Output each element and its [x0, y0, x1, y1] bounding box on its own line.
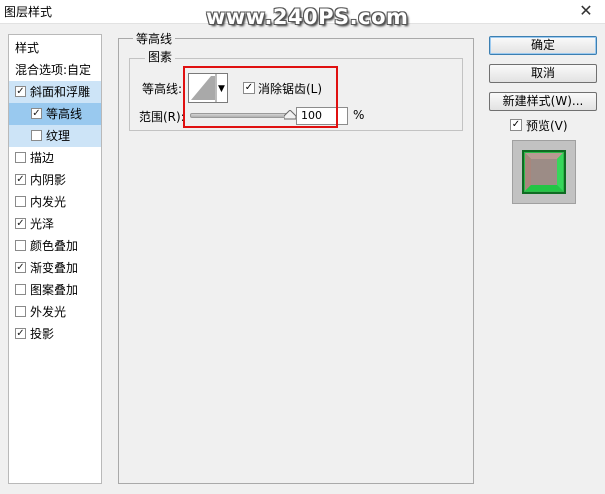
range-unit: %: [353, 108, 365, 122]
range-label: 范围(R):: [139, 110, 185, 124]
sidebar-item-inner-glow[interactable]: 内发光: [9, 191, 101, 213]
close-icon[interactable]: ✕: [577, 2, 595, 20]
watermark: www.240PS.com: [206, 5, 409, 29]
style-list: 样式 混合选项:自定 ✓ 斜面和浮雕 ✓ 等高线 纹理 描边 ✓ 内阴影 内发光…: [8, 34, 102, 484]
sidebar-item-pattern-overlay[interactable]: 图案叠加: [9, 279, 101, 301]
sidebar-item-satin[interactable]: ✓ 光泽: [9, 213, 101, 235]
sidebar-item-outer-glow[interactable]: 外发光: [9, 301, 101, 323]
annotation-highlight: [183, 66, 338, 128]
contour-label: 等高线:: [142, 82, 183, 96]
window-title: 图层样式: [4, 5, 53, 19]
sidebar-item-bevel-emboss[interactable]: ✓ 斜面和浮雕: [9, 81, 101, 103]
contour-checkbox[interactable]: ✓: [31, 108, 42, 119]
color-overlay-checkbox[interactable]: [15, 240, 26, 251]
outer-glow-checkbox[interactable]: [15, 306, 26, 317]
sidebar-item-gradient-overlay[interactable]: ✓ 渐变叠加: [9, 257, 101, 279]
texture-checkbox[interactable]: [31, 130, 42, 141]
contour-group-title: 等高线: [133, 30, 176, 47]
gradient-overlay-checkbox[interactable]: ✓: [15, 262, 26, 273]
style-preview-thumbnail: [512, 140, 576, 204]
sidebar-item-contour[interactable]: ✓ 等高线: [9, 103, 101, 125]
cancel-button[interactable]: 取消: [489, 64, 597, 83]
preview-swatch-icon: [513, 141, 575, 203]
drop-shadow-checkbox[interactable]: ✓: [15, 328, 26, 339]
sidebar-item-blending-options[interactable]: 混合选项:自定: [9, 59, 101, 81]
elements-group-title: 图素: [145, 48, 176, 65]
sidebar-item-color-overlay[interactable]: 颜色叠加: [9, 235, 101, 257]
style-list-header[interactable]: 样式: [9, 37, 101, 59]
ok-button[interactable]: 确定: [489, 36, 597, 55]
new-style-button[interactable]: 新建样式(W)...: [489, 92, 597, 111]
sidebar-item-inner-shadow[interactable]: ✓ 内阴影: [9, 169, 101, 191]
satin-checkbox[interactable]: ✓: [15, 218, 26, 229]
title-bar: 图层样式 www.240PS.com ✕: [0, 0, 605, 29]
stroke-checkbox[interactable]: [15, 152, 26, 163]
sidebar-item-stroke[interactable]: 描边: [9, 147, 101, 169]
bevel-emboss-checkbox[interactable]: ✓: [15, 86, 26, 97]
pattern-overlay-checkbox[interactable]: [15, 284, 26, 295]
preview-label[interactable]: 预览(V): [526, 117, 568, 134]
sidebar-item-texture[interactable]: 纹理: [9, 125, 101, 147]
preview-checkbox[interactable]: ✓: [510, 119, 522, 131]
inner-glow-checkbox[interactable]: [15, 196, 26, 207]
inner-shadow-checkbox[interactable]: ✓: [15, 174, 26, 185]
sidebar-item-drop-shadow[interactable]: ✓ 投影: [9, 323, 101, 345]
